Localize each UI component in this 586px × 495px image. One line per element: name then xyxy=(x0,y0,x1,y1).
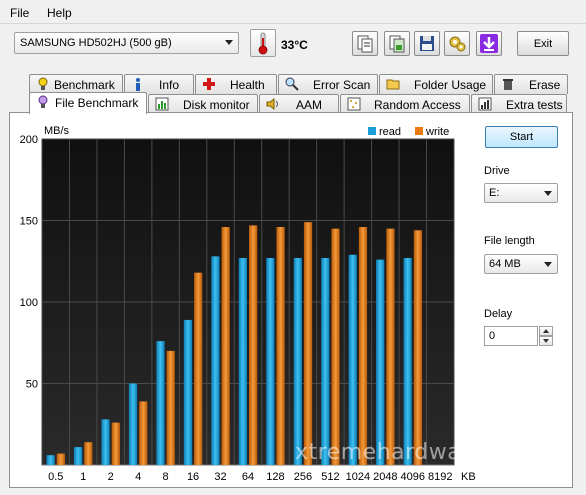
thermometer-icon xyxy=(250,29,276,57)
magnifier-icon xyxy=(285,77,299,91)
tab-label: Health xyxy=(230,78,265,92)
copy-image-button[interactable] xyxy=(384,31,410,56)
tab-label: Error Scan xyxy=(313,78,371,92)
copy-text-icon xyxy=(357,35,373,53)
chevron-down-icon xyxy=(544,262,552,267)
tab-label: Info xyxy=(159,78,180,92)
trash-icon xyxy=(503,79,513,90)
exit-button[interactable]: Exit xyxy=(517,31,569,56)
chevron-down-icon xyxy=(544,191,552,196)
floppy-disk-icon xyxy=(420,36,434,51)
tab-disk-monitor[interactable]: Disk monitor xyxy=(148,94,258,114)
tab-random-access[interactable]: Random Access xyxy=(340,94,470,114)
file-length-dropdown[interactable]: 64 MB xyxy=(484,254,558,274)
tab-label: Folder Usage xyxy=(414,78,487,92)
watermark-text: xtremehardware.it xyxy=(295,440,508,465)
copy-text-button[interactable] xyxy=(352,31,378,56)
menu-file[interactable]: File xyxy=(10,6,29,20)
start-button[interactable]: Start xyxy=(485,126,558,148)
chevron-down-icon xyxy=(225,40,233,45)
chevron-down-icon xyxy=(543,339,549,343)
extra-tests-icon xyxy=(478,97,492,111)
tab-health[interactable]: Health xyxy=(195,74,277,94)
tab-error-scan[interactable]: Error Scan xyxy=(278,74,378,94)
random-access-icon xyxy=(347,97,361,111)
tab-label: Random Access xyxy=(374,98,461,112)
health-icon xyxy=(203,78,215,90)
file-length-value: 64 MB xyxy=(489,258,521,270)
tab-label: Benchmark xyxy=(54,78,115,92)
spin-up-button[interactable] xyxy=(539,326,553,336)
tab-label: Erase xyxy=(529,78,561,92)
gears-icon xyxy=(449,36,466,52)
copy-image-icon xyxy=(389,35,405,53)
file-benchmark-icon xyxy=(38,95,48,108)
menu-help[interactable]: Help xyxy=(47,6,72,20)
tab-erase[interactable]: Erase xyxy=(494,74,568,94)
folder-icon xyxy=(386,79,400,90)
chevron-up-icon xyxy=(543,329,549,333)
download-arrow-icon xyxy=(480,34,498,53)
tab-benchmark[interactable]: Benchmark xyxy=(29,74,123,94)
info-icon xyxy=(136,78,140,91)
drive-select[interactable]: SAMSUNG HD502HJ (500 gB) xyxy=(14,32,239,54)
toolbar: SAMSUNG HD502HJ (500 gB) 33°C Exit xyxy=(0,24,586,68)
speaker-icon xyxy=(266,98,278,110)
temperature-readout: 33°C xyxy=(281,38,308,52)
delay-input[interactable]: 0 xyxy=(484,326,538,346)
drive-label: Drive xyxy=(484,165,510,177)
tab-extra-tests[interactable]: Extra tests xyxy=(471,94,567,114)
tab-label: Extra tests xyxy=(506,98,563,112)
spin-down-button[interactable] xyxy=(539,336,553,346)
download-button[interactable] xyxy=(476,31,502,56)
tab-label: AAM xyxy=(296,98,323,112)
tab-file-benchmark[interactable]: File Benchmark xyxy=(29,92,147,114)
file-length-label: File length xyxy=(484,235,535,247)
tab-label: Disk monitor xyxy=(183,98,250,112)
disk-monitor-icon xyxy=(155,97,169,111)
options-button[interactable] xyxy=(444,31,470,56)
save-button[interactable] xyxy=(414,31,440,56)
tab-aam[interactable]: AAM xyxy=(259,94,339,114)
drive-dropdown-value: E: xyxy=(489,187,500,199)
tab-folder-usage[interactable]: Folder Usage xyxy=(379,74,493,94)
tab-info[interactable]: Info xyxy=(124,74,194,94)
delay-label: Delay xyxy=(484,308,513,320)
benchmark-icon xyxy=(38,77,48,90)
menu-bar: File Help xyxy=(0,0,586,24)
tab-label: File Benchmark xyxy=(55,96,139,110)
drive-dropdown[interactable]: E: xyxy=(484,183,558,203)
drive-select-value: SAMSUNG HD502HJ (500 gB) xyxy=(20,37,172,49)
